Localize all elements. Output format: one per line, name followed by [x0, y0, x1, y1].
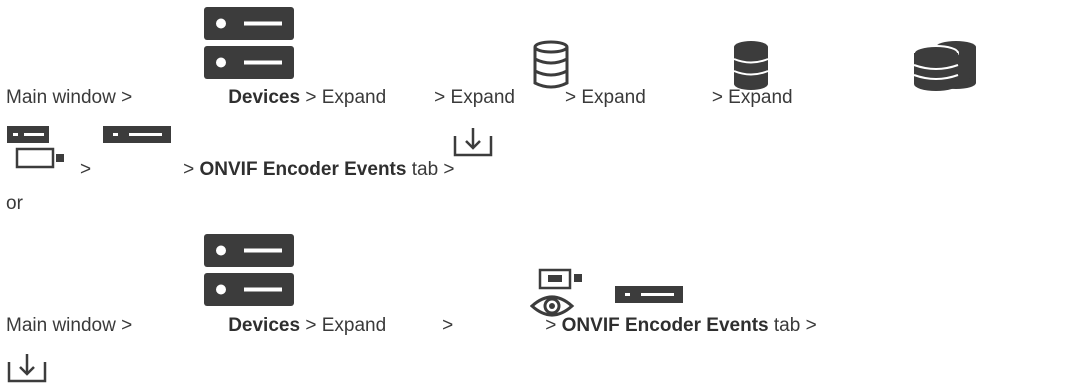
expand-label: > Expand [711, 87, 793, 108]
import-icon[interactable] [453, 126, 493, 158]
separator: > [183, 159, 195, 180]
expand-label: > Expand [305, 87, 387, 108]
expand-label: > Expand [434, 87, 515, 108]
separator: > [80, 159, 92, 180]
database-solid-icon [733, 41, 769, 90]
import-icon[interactable] [7, 352, 47, 384]
encoder-icon [103, 126, 171, 143]
devices-icon [204, 234, 294, 306]
devices-label: Devices [228, 87, 301, 108]
navigation-path-1: Main window > Devices > Expand > Expand > E… [6, 87, 793, 109]
navigation-path-1-cont: > > ONVIF Encoder Events tab > [6, 159, 455, 181]
onvif-encoder-group-icon [530, 268, 582, 317]
separator: > [545, 315, 557, 336]
devices-label: Devices [228, 315, 301, 336]
encoder-icon [615, 286, 683, 303]
tab-suffix: tab > [411, 159, 455, 180]
devices-icon [204, 7, 294, 79]
database-stack-icon [913, 41, 976, 91]
separator: > [442, 315, 454, 336]
expand-label: > Expand [564, 87, 646, 108]
onvif-encoder-events-tab-label: ONVIF Encoder Events [561, 315, 769, 336]
or-text: or [6, 193, 23, 214]
navigation-path-2: Main window > Devices > Expand > > ONVIF En… [6, 315, 817, 337]
main-window-label: Main window > [6, 87, 133, 108]
tab-suffix: tab > [773, 315, 817, 336]
expand-label: > Expand [305, 315, 387, 336]
main-window-label: Main window > [6, 315, 133, 336]
onvif-encoder-events-tab-label: ONVIF Encoder Events [199, 159, 407, 180]
database-icon [533, 40, 569, 89]
